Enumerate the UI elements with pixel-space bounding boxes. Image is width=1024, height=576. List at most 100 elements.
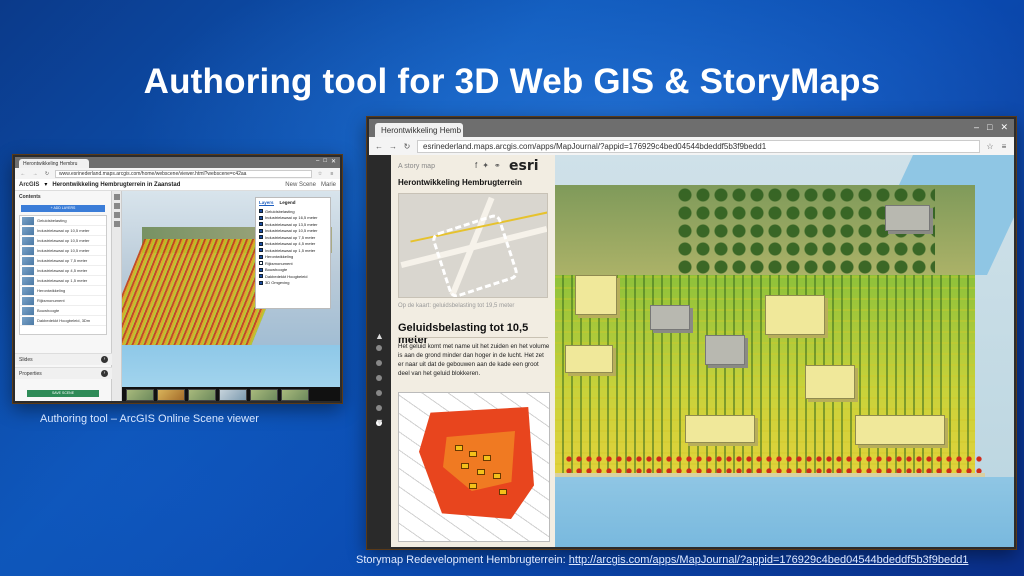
- minimize-icon[interactable]: –: [316, 158, 319, 165]
- layer-row[interactable]: Industrielawaai op 10,5 meter: [20, 236, 106, 246]
- layer-group-row[interactable]: Herontwikkeling: [20, 286, 106, 296]
- layer-label: Herontwikkeling: [37, 288, 66, 293]
- user-menu[interactable]: Marie: [321, 182, 336, 188]
- browser-tab[interactable]: Herontwikkeling Hembru: [19, 159, 89, 168]
- checkbox[interactable]: [259, 222, 263, 227]
- url-field[interactable]: esrinederland.maps.arcgis.com/apps/MapJo…: [417, 139, 980, 153]
- properties-label: Properties: [19, 370, 42, 377]
- slide-thumbnail[interactable]: [281, 389, 309, 401]
- close-icon[interactable]: ✕: [331, 158, 336, 165]
- navigate-icon[interactable]: [114, 221, 120, 227]
- chevron-down-icon[interactable]: ▼: [375, 417, 384, 427]
- section-dot[interactable]: [376, 345, 382, 351]
- esri-logo[interactable]: esri: [509, 158, 539, 174]
- properties-row[interactable]: Properties ›: [15, 367, 112, 379]
- facebook-icon[interactable]: f: [475, 161, 477, 170]
- section-dot[interactable]: [376, 360, 382, 366]
- new-scene-link[interactable]: New Scene: [285, 182, 316, 188]
- layer-row[interactable]: Industrielawaai op 7,5 meter: [20, 256, 106, 266]
- browser-tabbar: Herontwikkeling Hembru – □ ✕: [15, 157, 340, 168]
- slide-thumbnail[interactable]: [250, 389, 278, 401]
- add-layers-button[interactable]: + ADD LAYERS: [21, 205, 105, 212]
- 3d-scene-view[interactable]: Layers Legend Geluidsbelasting Industrie…: [122, 191, 340, 401]
- layer-thumbnail: [22, 316, 34, 325]
- section-dot[interactable]: [376, 375, 382, 381]
- back-icon[interactable]: ←: [375, 142, 383, 151]
- minimize-icon[interactable]: –: [974, 122, 979, 133]
- slide-thumbnail[interactable]: [126, 389, 154, 401]
- panel-layer-row[interactable]: Industrielawaai op 10,5 meter: [259, 228, 327, 235]
- menu-icon[interactable]: ≡: [1000, 142, 1008, 151]
- layer-row[interactable]: Industrielawaai op 10,5 meter: [20, 226, 106, 236]
- star-icon[interactable]: ☆: [986, 142, 994, 151]
- section-dot[interactable]: [376, 405, 382, 411]
- panel-layer-label: Industrielawaai op 13,5 meter: [265, 221, 318, 227]
- scene-building: [885, 205, 930, 231]
- scene-viewer-header: ArcGIS ▾ Herontwikkeling Hembrugterrein …: [15, 179, 340, 191]
- reload-icon[interactable]: ↻: [403, 142, 411, 151]
- panel-layer-label: Herontwikkeling: [265, 254, 294, 260]
- twitter-icon[interactable]: ✦: [482, 161, 489, 170]
- arrow-right-icon[interactable]: ›: [101, 356, 108, 363]
- checkbox[interactable]: [259, 235, 263, 240]
- panel-layer-label: Industrielawaai op 10,5 meter: [265, 228, 318, 234]
- checkbox[interactable]: [259, 241, 263, 246]
- url-field[interactable]: www.esrinederland.maps.arcgis.com/home/w…: [55, 169, 312, 178]
- forward-icon[interactable]: →: [31, 171, 39, 177]
- tab-legend[interactable]: Legend: [280, 200, 296, 206]
- 3d-scene-view[interactable]: [555, 155, 1014, 547]
- scene-building: [805, 365, 855, 399]
- layer-thumbnail: [22, 226, 34, 235]
- panel-layer-row[interactable]: 3D Omgeving: [259, 280, 327, 287]
- zoom-out-icon[interactable]: [114, 212, 120, 218]
- layer-list: Geluidsbelasting Industrielawaai op 10,5…: [19, 215, 107, 335]
- layer-thumbnail: [22, 296, 34, 305]
- forward-icon[interactable]: →: [389, 142, 397, 151]
- reload-icon[interactable]: ↻: [43, 171, 51, 177]
- layer-row[interactable]: Industrielawaai op 10,5 meter: [20, 246, 106, 256]
- checkbox[interactable]: [259, 215, 263, 220]
- checkbox[interactable]: [259, 209, 263, 214]
- layer-row[interactable]: Industrielawaai op 1,5 meter: [20, 276, 106, 286]
- tab-layers[interactable]: Layers: [259, 200, 274, 206]
- layer-label: Industrielawaai op 4,5 meter: [37, 268, 88, 273]
- section-dot[interactable]: [376, 390, 382, 396]
- tool-strip: [112, 191, 122, 401]
- slides-row[interactable]: Slides ›: [15, 353, 112, 365]
- back-icon[interactable]: ←: [19, 171, 27, 177]
- nav-menu-icon[interactable]: ▾: [44, 181, 47, 188]
- panel-layer-row[interactable]: Industrielawaai op 16,5 meter: [259, 215, 327, 222]
- scene-viewer-screenshot: Herontwikkeling Hembru – □ ✕ ← → ↻ www.e…: [13, 155, 342, 403]
- checkbox[interactable]: [259, 274, 263, 279]
- save-scene-button[interactable]: SAVE SCENE: [27, 390, 99, 397]
- slide-thumbnail[interactable]: [188, 389, 216, 401]
- maximize-icon[interactable]: □: [323, 158, 327, 165]
- link-icon[interactable]: ⚭: [494, 161, 501, 170]
- browser-tab[interactable]: Herontwikkeling Hemb: [375, 123, 463, 137]
- checkbox[interactable]: [259, 248, 263, 253]
- scene-building: [565, 345, 613, 373]
- panel-layer-row[interactable]: Industrielawaai op 13,5 meter: [259, 221, 327, 228]
- checkbox[interactable]: [259, 228, 263, 233]
- layer-row[interactable]: Dakbedekkt Hoogbeleid, 3Dm: [20, 316, 106, 326]
- arrow-right-icon[interactable]: ›: [101, 370, 108, 377]
- chevron-up-icon[interactable]: ▲: [375, 331, 384, 341]
- checkbox[interactable]: [259, 254, 263, 259]
- storymap-link[interactable]: http://arcgis.com/apps/MapJournal/?appid…: [569, 554, 969, 566]
- layer-row[interactable]: Bouwhoogte: [20, 306, 106, 316]
- star-icon[interactable]: ☆: [316, 171, 324, 177]
- layer-group-row[interactable]: Geluidsbelasting: [20, 216, 106, 226]
- close-icon[interactable]: ✕: [1000, 122, 1008, 133]
- checkbox[interactable]: [259, 267, 263, 272]
- menu-icon[interactable]: ≡: [328, 171, 336, 177]
- slide-thumbnail[interactable]: [157, 389, 185, 401]
- layer-row[interactable]: Industrielawaai op 4,5 meter: [20, 266, 106, 276]
- home-icon[interactable]: [114, 194, 120, 200]
- arcgis-logo[interactable]: ArcGIS: [19, 182, 39, 188]
- layer-row[interactable]: Rijksmonument: [20, 296, 106, 306]
- maximize-icon[interactable]: □: [987, 122, 992, 133]
- zoom-in-icon[interactable]: [114, 203, 120, 209]
- checkbox[interactable]: [259, 280, 263, 285]
- slide-thumbnail[interactable]: [219, 389, 247, 401]
- checkbox[interactable]: [259, 261, 263, 266]
